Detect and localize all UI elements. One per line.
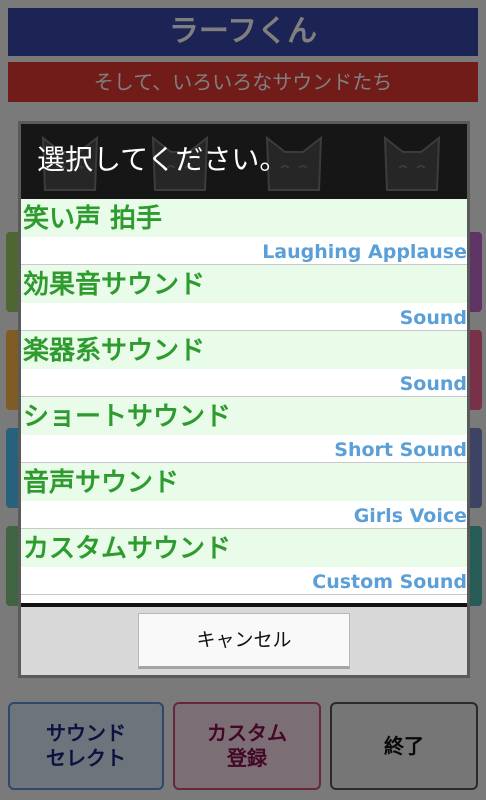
list-item-custom-sounds[interactable]: カスタムサウンド Custom Sound bbox=[21, 529, 467, 595]
sound-category-list: 笑い声 拍手 Laughing Applause 効果音サウンド Sound 楽… bbox=[21, 199, 467, 603]
cat-face-icon bbox=[383, 135, 441, 191]
list-item-sublabel: Laughing Applause bbox=[262, 241, 467, 263]
list-item-sublabel: Short Sound bbox=[334, 439, 467, 461]
list-item-sublabel: Custom Sound bbox=[312, 571, 467, 593]
list-item-label: 音声サウンド bbox=[23, 468, 180, 498]
list-item-label: 楽器系サウンド bbox=[23, 336, 206, 366]
list-item-sublabel: Girls Voice bbox=[353, 505, 467, 527]
list-item-sound-effects[interactable]: 効果音サウンド Sound bbox=[21, 265, 467, 331]
list-item-sublabel: Sound bbox=[399, 373, 467, 395]
list-item-voice-sounds[interactable]: 音声サウンド Girls Voice bbox=[21, 463, 467, 529]
list-item-short-sounds[interactable]: ショートサウンド Short Sound bbox=[21, 397, 467, 463]
list-item-label: ショートサウンド bbox=[23, 402, 232, 432]
list-item-label: 効果音サウンド bbox=[23, 270, 206, 300]
cancel-button[interactable]: キャンセル bbox=[138, 613, 350, 669]
list-item-label: 笑い声 拍手 bbox=[23, 204, 163, 234]
list-item-laughing-applause[interactable]: 笑い声 拍手 Laughing Applause bbox=[21, 199, 467, 265]
list-item-label: カスタムサウンド bbox=[23, 534, 232, 564]
dialog-header: 選択してください。 bbox=[21, 124, 467, 199]
dialog-title: 選択してください。 bbox=[37, 143, 288, 176]
dialog-footer: キャンセル bbox=[21, 603, 467, 675]
list-item-sublabel: Sound bbox=[399, 307, 467, 329]
list-item-instrument-sounds[interactable]: 楽器系サウンド Sound bbox=[21, 331, 467, 397]
sound-select-dialog: 選択してください。 笑い声 拍手 Laughing Applause 効果音サウ… bbox=[18, 121, 470, 678]
